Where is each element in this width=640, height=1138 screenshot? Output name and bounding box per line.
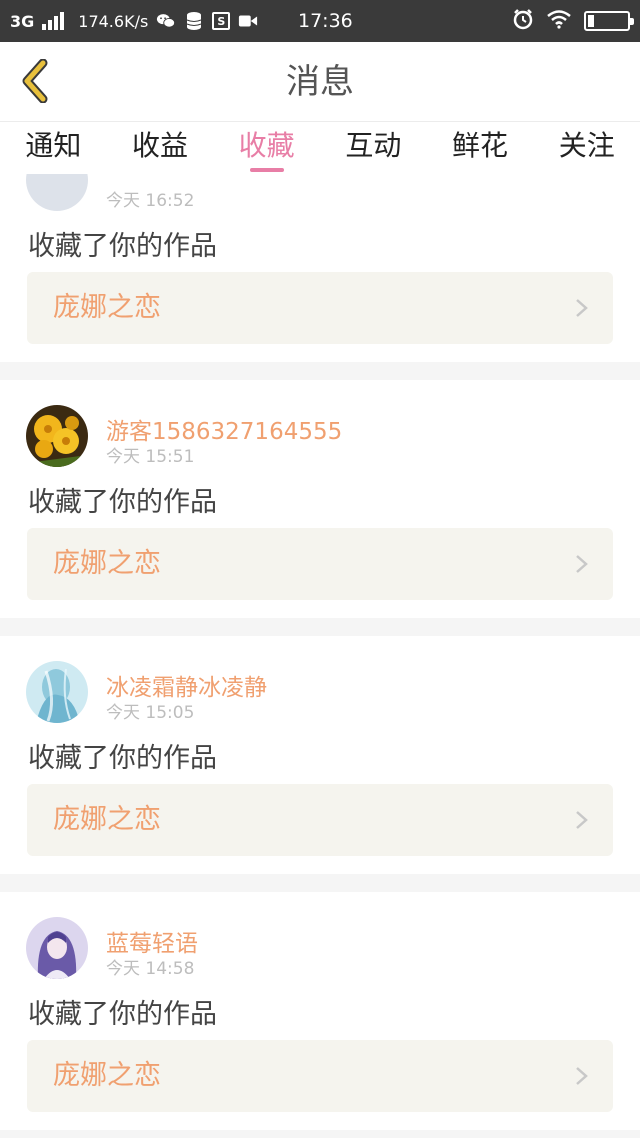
work-link[interactable]: 庞娜之恋: [27, 784, 613, 856]
user-name[interactable]: 冰凌霜静冰凌静: [106, 668, 267, 702]
tab-follows[interactable]: 关注: [533, 122, 640, 174]
list-item: 冰凌霜静冰凌静 今天 15:05 收藏了你的作品 庞娜之恋: [0, 636, 640, 874]
avatar[interactable]: [26, 917, 88, 979]
message-time: 今天 15:51: [106, 447, 195, 467]
chevron-right-icon: [576, 555, 588, 573]
s-box-icon: S: [212, 12, 231, 30]
list-item: 今天 16:52 收藏了你的作品 庞娜之恋: [0, 174, 640, 362]
message-action: 收藏了你的作品: [28, 999, 217, 1030]
tab-flowers[interactable]: 鲜花: [427, 122, 534, 174]
divider: [0, 874, 640, 892]
avatar[interactable]: [26, 174, 88, 211]
page-title: 消息: [286, 62, 354, 102]
card-header: 游客1586327164555 今天 15:51: [0, 380, 640, 467]
chevron-right-icon: [576, 1067, 588, 1085]
work-title: 庞娜之恋: [53, 804, 161, 835]
work-link[interactable]: 庞娜之恋: [27, 528, 613, 600]
status-left: 3G 174.6K/s S: [10, 0, 258, 42]
wechat-icon: [156, 12, 176, 30]
card-header: 冰凌霜静冰凌静 今天 15:05: [0, 636, 640, 723]
work-title: 庞娜之恋: [53, 548, 161, 579]
work-title: 庞娜之恋: [53, 292, 161, 323]
divider: [0, 618, 640, 636]
divider: [0, 362, 640, 380]
network-speed: 174.6K/s: [78, 11, 149, 31]
message-time: 今天 16:52: [106, 191, 195, 211]
tab-interactions[interactable]: 互动: [320, 122, 427, 174]
chevron-right-icon: [576, 811, 588, 829]
divider: [0, 1130, 640, 1138]
chevron-right-icon: [576, 299, 588, 317]
work-link[interactable]: 庞娜之恋: [27, 272, 613, 344]
back-button[interactable]: [12, 56, 56, 106]
message-action: 收藏了你的作品: [28, 231, 217, 262]
card-header: 蓝莓轻语 今天 14:58: [0, 892, 640, 979]
tab-favorites[interactable]: 收藏: [213, 122, 320, 174]
video-icon: [238, 12, 258, 30]
list-item: 游客1586327164555 今天 15:51 收藏了你的作品 庞娜之恋: [0, 380, 640, 618]
network-type: 3G: [10, 11, 35, 31]
tab-bar: 通知 收益 收藏 互动 鲜花 关注: [0, 122, 640, 174]
wifi-icon: [546, 9, 572, 33]
work-title: 庞娜之恋: [53, 1060, 161, 1091]
status-right: [512, 0, 634, 42]
tab-earnings[interactable]: 收益: [107, 122, 214, 174]
avatar[interactable]: [26, 405, 88, 467]
status-bar: 3G 174.6K/s S 17:36: [0, 0, 640, 42]
message-action: 收藏了你的作品: [28, 743, 217, 774]
clock: 17:36: [298, 10, 353, 32]
avatar[interactable]: [26, 661, 88, 723]
work-link[interactable]: 庞娜之恋: [27, 1040, 613, 1112]
app-header: 消息: [0, 42, 640, 122]
message-time: 今天 14:58: [106, 959, 195, 979]
database-icon: [184, 12, 204, 30]
message-action: 收藏了你的作品: [28, 487, 217, 518]
user-name[interactable]: 游客1586327164555: [106, 412, 342, 446]
user-name[interactable]: 蓝莓轻语: [106, 924, 198, 958]
list-item: 蓝莓轻语 今天 14:58 收藏了你的作品 庞娜之恋: [0, 892, 640, 1130]
card-header: 今天 16:52: [0, 174, 640, 211]
signal-icon: [42, 12, 65, 30]
message-list[interactable]: 今天 16:52 收藏了你的作品 庞娜之恋 游客1586327164555 今天…: [0, 174, 640, 1138]
message-time: 今天 15:05: [106, 703, 195, 723]
chevron-left-icon: [22, 59, 48, 103]
tab-notifications[interactable]: 通知: [0, 122, 107, 174]
alarm-icon: [512, 8, 534, 34]
battery-icon: [584, 11, 634, 31]
